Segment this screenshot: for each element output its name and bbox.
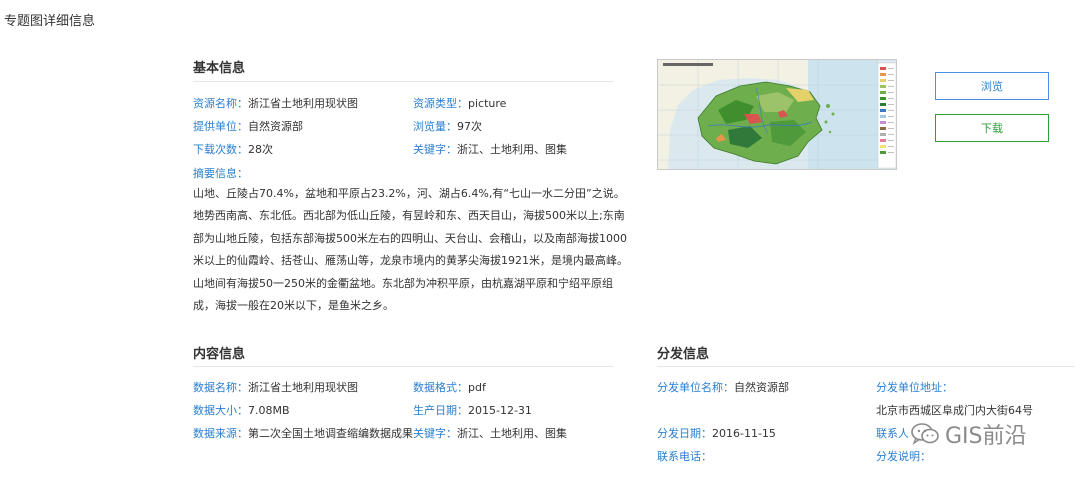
wechat-icon <box>911 423 939 445</box>
data-size-value: 7.08MB <box>248 404 290 417</box>
downloads-value: 28次 <box>248 143 273 156</box>
content-info-title: 内容信息 <box>193 347 246 362</box>
views-field: 浏览量：97次 <box>413 120 482 134</box>
keywords-label: 关键字： <box>413 143 457 156</box>
data-name-field: 数据名称：浙江省土地利用现状图 <box>193 381 358 395</box>
unit-address-text: 北京市西城区阜成门内大街64号 <box>876 404 1033 417</box>
downloads-field: 下载次数：28次 <box>193 143 273 157</box>
data-source-label: 数据来源： <box>193 427 248 440</box>
content-keywords-label: 关键字： <box>413 427 457 440</box>
watermark-text: GIS前沿 <box>945 424 1027 449</box>
distribution-info-divider <box>657 366 1075 367</box>
provider-field: 提供单位：自然资源部 <box>193 120 303 134</box>
distribution-note-field: 分发说明： <box>876 450 931 464</box>
resource-type-value: picture <box>468 97 507 110</box>
content-keywords-value: 浙江、土地利用、图集 <box>457 427 567 440</box>
resource-type-field: 资源类型：picture <box>413 97 506 111</box>
distribution-note-label: 分发说明： <box>876 450 931 463</box>
map-thumbnail[interactable] <box>657 59 897 170</box>
views-value: 97次 <box>457 120 482 133</box>
data-format-field: 数据格式：pdf <box>413 381 486 395</box>
contact-label: 联系人 <box>876 427 909 440</box>
unit-name-label: 分发单位名称： <box>657 381 734 394</box>
unit-address-label: 分发单位地址： <box>876 381 953 394</box>
resource-type-label: 资源类型： <box>413 97 468 110</box>
basic-info-title: 基本信息 <box>193 61 246 76</box>
downloads-label: 下载次数： <box>193 143 248 156</box>
data-size-field: 数据大小：7.08MB <box>193 404 290 418</box>
data-name-value: 浙江省土地利用现状图 <box>248 381 358 394</box>
data-name-label: 数据名称： <box>193 381 248 394</box>
content-keywords-field: 关键字：浙江、土地利用、图集 <box>413 427 567 441</box>
unit-name-value: 自然资源部 <box>734 381 789 394</box>
contact-field: 联系人 <box>876 427 909 441</box>
watermark: GIS前沿 <box>908 418 1029 450</box>
distribution-date-label: 分发日期： <box>657 427 712 440</box>
content-info-divider <box>193 366 613 367</box>
distribution-info-title: 分发信息 <box>657 347 710 362</box>
production-date-field: 生产日期：2015-12-31 <box>413 404 532 418</box>
distribution-date-field: 分发日期：2016-11-15 <box>657 427 776 441</box>
phone-label: 联系电话： <box>657 450 712 463</box>
data-format-label: 数据格式： <box>413 381 468 394</box>
keywords-field: 关键字：浙江、土地利用、图集 <box>413 143 567 157</box>
resource-name-field: 资源名称：浙江省土地利用现状图 <box>193 97 358 111</box>
phone-field: 联系电话： <box>657 450 712 464</box>
provider-label: 提供单位： <box>193 120 248 133</box>
resource-name-label: 资源名称： <box>193 97 248 110</box>
production-date-value: 2015-12-31 <box>468 404 532 417</box>
map-thumbnail-image <box>658 60 896 169</box>
unit-address-field: 分发单位地址： <box>876 381 953 395</box>
keywords-value: 浙江、土地利用、图集 <box>457 143 567 156</box>
unit-address-value: 北京市西城区阜成门内大街64号 <box>876 404 1033 418</box>
data-size-label: 数据大小： <box>193 404 248 417</box>
download-button[interactable]: 下载 <box>935 114 1049 142</box>
views-label: 浏览量： <box>413 120 457 133</box>
basic-info-divider <box>193 81 613 82</box>
production-date-label: 生产日期： <box>413 404 468 417</box>
distribution-date-value: 2016-11-15 <box>712 427 776 440</box>
provider-value: 自然资源部 <box>248 120 303 133</box>
data-source-value: 第二次全国土地调查缩编数据成果 <box>248 427 413 440</box>
summary-label: 摘要信息： <box>193 167 248 180</box>
data-source-field: 数据来源：第二次全国土地调查缩编数据成果 <box>193 427 413 441</box>
data-format-value: pdf <box>468 381 486 394</box>
browse-button[interactable]: 浏览 <box>935 72 1049 100</box>
unit-name-field: 分发单位名称：自然资源部 <box>657 381 789 395</box>
summary-text: 山地、丘陵占70.4%，盆地和平原占23.2%，河、湖占6.4%,有“七山一水二… <box>193 187 628 313</box>
page-title: 专题图详细信息 <box>4 14 96 29</box>
resource-name-value: 浙江省土地利用现状图 <box>248 97 358 110</box>
